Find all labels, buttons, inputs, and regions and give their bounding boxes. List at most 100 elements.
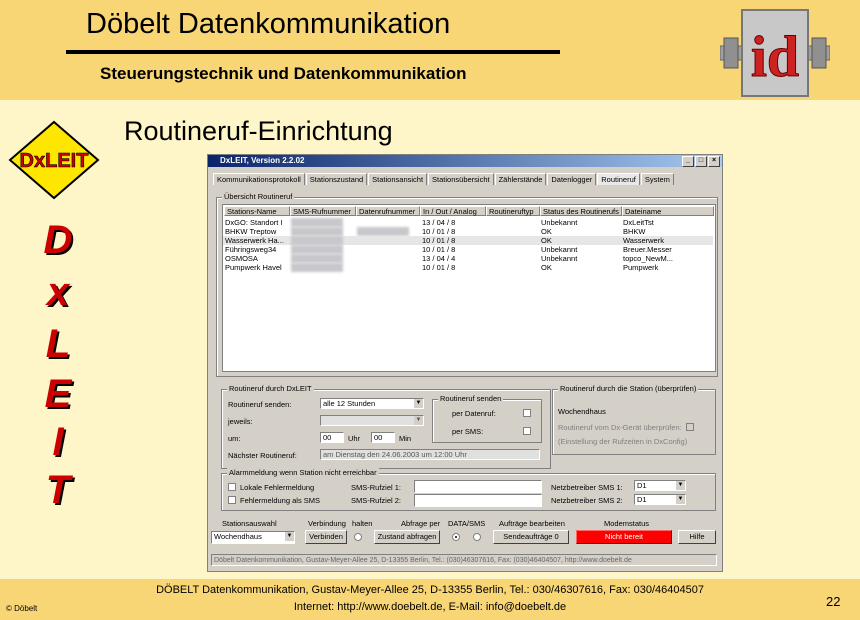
- logo-text: id: [751, 24, 799, 89]
- chevron-down-icon[interactable]: ▼: [414, 399, 423, 408]
- dxleit-window: DxLEIT, Version 2.2.02 _ □ × Kommunikati…: [207, 154, 723, 572]
- tab-routineruf[interactable]: Routineruf: [597, 173, 640, 185]
- badge-text: DxLEIT: [20, 150, 89, 172]
- vertical-letter: I: [52, 420, 64, 464]
- table-row[interactable]: OSMOSA . 13 / 04 / 4 Unbekannt topco_New…: [223, 254, 713, 263]
- connection-label: Verbindung: [308, 519, 346, 528]
- minute-input[interactable]: 00: [371, 432, 395, 443]
- vertical-letter: T: [45, 468, 71, 512]
- sms-target1-input[interactable]: [414, 480, 542, 493]
- minute-unit: Min: [399, 434, 412, 443]
- local-error-label: Lokale Fehlermeldung: [240, 483, 315, 492]
- sms-error-label: Fehlermeldung als SMS: [240, 496, 321, 505]
- table-row-selected[interactable]: Wasserwerk Ha... . 10 / 01 / 8 OK Wasser…: [223, 236, 713, 245]
- sms-number-redacted: .: [291, 245, 343, 254]
- query-status-button[interactable]: Zustand abfragen: [374, 530, 440, 544]
- tab-zaehlerstaende[interactable]: Zählerstände: [494, 173, 547, 185]
- send-label: Routineruf senden:: [228, 400, 292, 409]
- next-label: Nächster Routineruf:: [228, 451, 297, 460]
- chevron-down-icon[interactable]: ▼: [676, 481, 685, 490]
- tab-datenlogger[interactable]: Datenlogger: [547, 173, 597, 185]
- hold-label: halten: [352, 519, 373, 528]
- table-row[interactable]: Führingsweg34 . 10 / 01 / 8 Unbekannt Br…: [223, 245, 713, 254]
- status-value: Unbekannt: [541, 218, 578, 227]
- maximize-button[interactable]: □: [695, 156, 707, 167]
- sms-target2-input[interactable]: [414, 494, 542, 507]
- per-data-checkbox[interactable]: [523, 409, 531, 417]
- group-title: Routineruf durch DxLEIT: [227, 384, 314, 393]
- sms-number-redacted: .: [291, 218, 343, 227]
- per-sms-label: per SMS:: [452, 427, 484, 436]
- chevron-down-icon[interactable]: ▼: [676, 495, 685, 504]
- page-title: Routineruf-Einrichtung: [124, 116, 393, 146]
- sms-target1-label: SMS-Rufziel 1:: [351, 483, 402, 492]
- group-title: Routineruf durch die Station (überprüfen…: [558, 384, 699, 393]
- tab-stationszustand[interactable]: Stationszustand: [305, 173, 368, 185]
- file-value: topco_NewM...: [623, 254, 674, 263]
- routineruf-list[interactable]: Stations-Name SMS-Rufnummer Datenrufnumm…: [222, 204, 716, 372]
- table-row[interactable]: DxGO: Standort I . 13 / 04 / 8 Unbekannt…: [223, 218, 713, 227]
- hold-radio[interactable]: [354, 533, 362, 541]
- each-label: jeweils:: [228, 417, 253, 426]
- tab-kommunikationsprotokoll[interactable]: Kommunikationsprotokoll: [213, 173, 305, 185]
- col-header[interactable]: Datenrufnummer: [356, 206, 420, 216]
- col-header[interactable]: Stations-Name: [224, 206, 290, 216]
- footer-copyright: © Döbelt: [6, 604, 38, 613]
- vertical-letter: D: [43, 218, 73, 262]
- sms-radio[interactable]: [473, 533, 481, 541]
- vertical-letter: x: [46, 270, 70, 314]
- sms-error-checkbox[interactable]: [228, 496, 236, 504]
- group-title: Routineruf senden: [438, 394, 504, 403]
- tab-stationsansicht[interactable]: Stationsansicht: [368, 173, 428, 185]
- status-value: OK: [541, 263, 552, 272]
- col-header[interactable]: Routineruftyp: [486, 206, 540, 216]
- help-button[interactable]: Hilfe: [678, 530, 716, 544]
- sms-number-redacted: .: [291, 227, 343, 236]
- id-logo-icon: id: [720, 9, 830, 97]
- io-value: 10 / 01 / 8: [422, 227, 456, 236]
- each-select[interactable]: ▼: [320, 415, 424, 426]
- col-header[interactable]: In / Out / Analog: [420, 206, 486, 216]
- company-title: Döbelt Datenkommunikation: [86, 8, 451, 40]
- io-value: 13 / 04 / 4: [422, 254, 456, 263]
- station-select[interactable]: Wochendhaus ▼: [211, 531, 295, 544]
- per-sms-checkbox[interactable]: [523, 427, 531, 435]
- tab-system[interactable]: System: [640, 173, 674, 185]
- provider2-label: Netzbetreiber SMS 2:: [551, 496, 623, 505]
- footer-contact: Internet: http://www.doebelt.de, E-Mail:…: [293, 601, 567, 613]
- data-sms-label: DATA/SMS: [448, 519, 486, 528]
- close-button[interactable]: ×: [708, 156, 720, 167]
- io-value: 13 / 04 / 8: [422, 218, 456, 227]
- hour-input[interactable]: 00: [320, 432, 344, 443]
- col-header[interactable]: SMS-Rufnummer: [290, 206, 356, 216]
- connect-button[interactable]: Verbinden: [305, 530, 347, 544]
- minimize-button[interactable]: _: [682, 156, 694, 167]
- table-row[interactable]: BHKW Treptow . . 10 / 01 / 8 OK BHKW: [223, 227, 713, 236]
- col-header[interactable]: Status des Routinerufs: [540, 206, 622, 216]
- chevron-down-icon[interactable]: ▼: [414, 416, 423, 425]
- overview-group-title: Übersicht Routineruf: [222, 192, 295, 201]
- page-number: 22: [826, 594, 841, 609]
- dxleit-logo-icon: DxLEIT: [8, 120, 100, 200]
- send-interval-select[interactable]: alle 12 Stunden ▼: [320, 398, 424, 409]
- station-name: DxGO: Standort I: [225, 218, 283, 227]
- sms-number-redacted: .: [291, 236, 343, 245]
- check-station-checkbox[interactable]: [686, 423, 694, 431]
- chevron-down-icon[interactable]: ▼: [285, 532, 294, 541]
- send-orders-button[interactable]: Sendeaufträge 0: [493, 530, 569, 544]
- status-bar: Döbelt Datenkommunikation, Gustav-Meyer-…: [211, 554, 717, 566]
- col-header[interactable]: Dateiname: [622, 206, 714, 216]
- tab-bar: Kommunikationsprotokoll Stationszustand …: [213, 173, 675, 185]
- table-row[interactable]: Pumpwerk Havel . 10 / 01 / 8 OK Pumpwerk: [223, 263, 713, 272]
- tab-stationsuebersicht[interactable]: Stationsübersicht: [428, 173, 494, 185]
- status-value: OK: [541, 227, 552, 236]
- data-radio[interactable]: [452, 533, 460, 541]
- station-select-label: Stationsauswahl: [222, 519, 277, 528]
- provider2-select[interactable]: D1 ▼: [634, 494, 686, 505]
- provider1-select[interactable]: D1 ▼: [634, 480, 686, 491]
- local-error-checkbox[interactable]: [228, 483, 236, 491]
- sms-target2-label: SMS-Rufziel 2:: [351, 496, 402, 505]
- window-titlebar[interactable]: DxLEIT, Version 2.2.02 _ □ ×: [208, 155, 722, 167]
- vertical-letter: L: [45, 322, 71, 366]
- status-value: Unbekannt: [541, 245, 578, 254]
